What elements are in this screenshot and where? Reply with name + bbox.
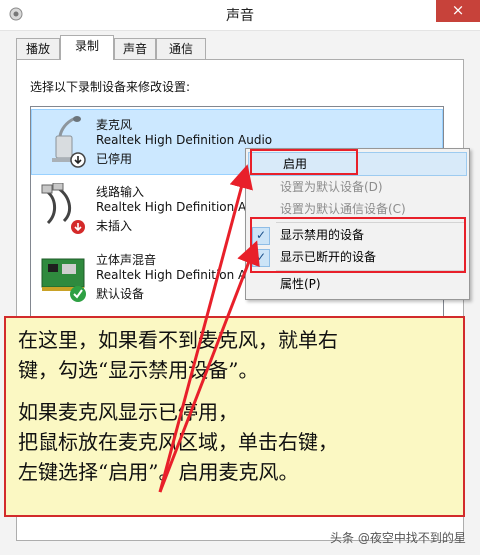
- callout-line: 键，勾选“显示禁用设备”。: [18, 358, 259, 382]
- menu-item-properties[interactable]: 属性(P): [246, 273, 469, 295]
- window-title: 声音: [226, 8, 254, 24]
- highlight-box-enable: [250, 149, 358, 175]
- device-name: 线路输入: [96, 185, 145, 199]
- line-in-cable-icon: [41, 183, 85, 234]
- tab-playback[interactable]: 播放: [16, 38, 60, 59]
- device-name: 麦克风: [96, 118, 133, 132]
- device-status: 默认设备: [96, 287, 145, 301]
- callout-line: 把鼠标放在麦克风区域，单击右键，: [18, 430, 338, 454]
- device-driver: Realtek High Definition Au: [96, 268, 254, 282]
- device-status: 已停用: [96, 152, 133, 166]
- callout-line: 在这里，如果看不到麦克风，就单右: [18, 328, 338, 352]
- tab-sounds[interactable]: 声音: [114, 38, 156, 59]
- sound-card-icon: [41, 258, 86, 302]
- instruction-text: 选择以下录制设备来修改设置:: [30, 80, 191, 94]
- sound-dialog: 声音 × 播放 录制 声音 通信 选择以下录制设备来修改设置: 麦克风 Real…: [0, 0, 480, 555]
- instruction-callout: 在这里，如果看不到麦克风，就单右 键，勾选“显示禁用设备”。 如果麦克风显示已停…: [4, 316, 465, 517]
- device-name: 立体声混音: [96, 253, 157, 267]
- callout-line: 如果麦克风显示已停用，: [18, 400, 238, 424]
- close-button[interactable]: ×: [436, 0, 480, 22]
- device-driver: Realtek High Definition Audio: [96, 133, 273, 147]
- microphone-icon: [52, 116, 86, 168]
- device-driver: Realtek High Definition Au: [96, 200, 254, 214]
- menu-item-label: 设置为默认设备(D): [280, 180, 383, 194]
- tab-communications[interactable]: 通信: [156, 38, 206, 59]
- watermark: 头条 @夜空中找不到的星: [330, 531, 466, 545]
- highlight-box-show-options: [250, 217, 466, 273]
- callout-line: 左键选择“启用”。启用麦克风。: [18, 460, 299, 484]
- menu-item-set-default[interactable]: 设置为默认设备(D): [246, 176, 469, 198]
- menu-item-label: 属性(P): [280, 277, 321, 291]
- device-status: 未插入: [96, 219, 133, 233]
- title-bar: 声音 ×: [0, 0, 480, 31]
- tab-recording[interactable]: 录制: [60, 35, 114, 60]
